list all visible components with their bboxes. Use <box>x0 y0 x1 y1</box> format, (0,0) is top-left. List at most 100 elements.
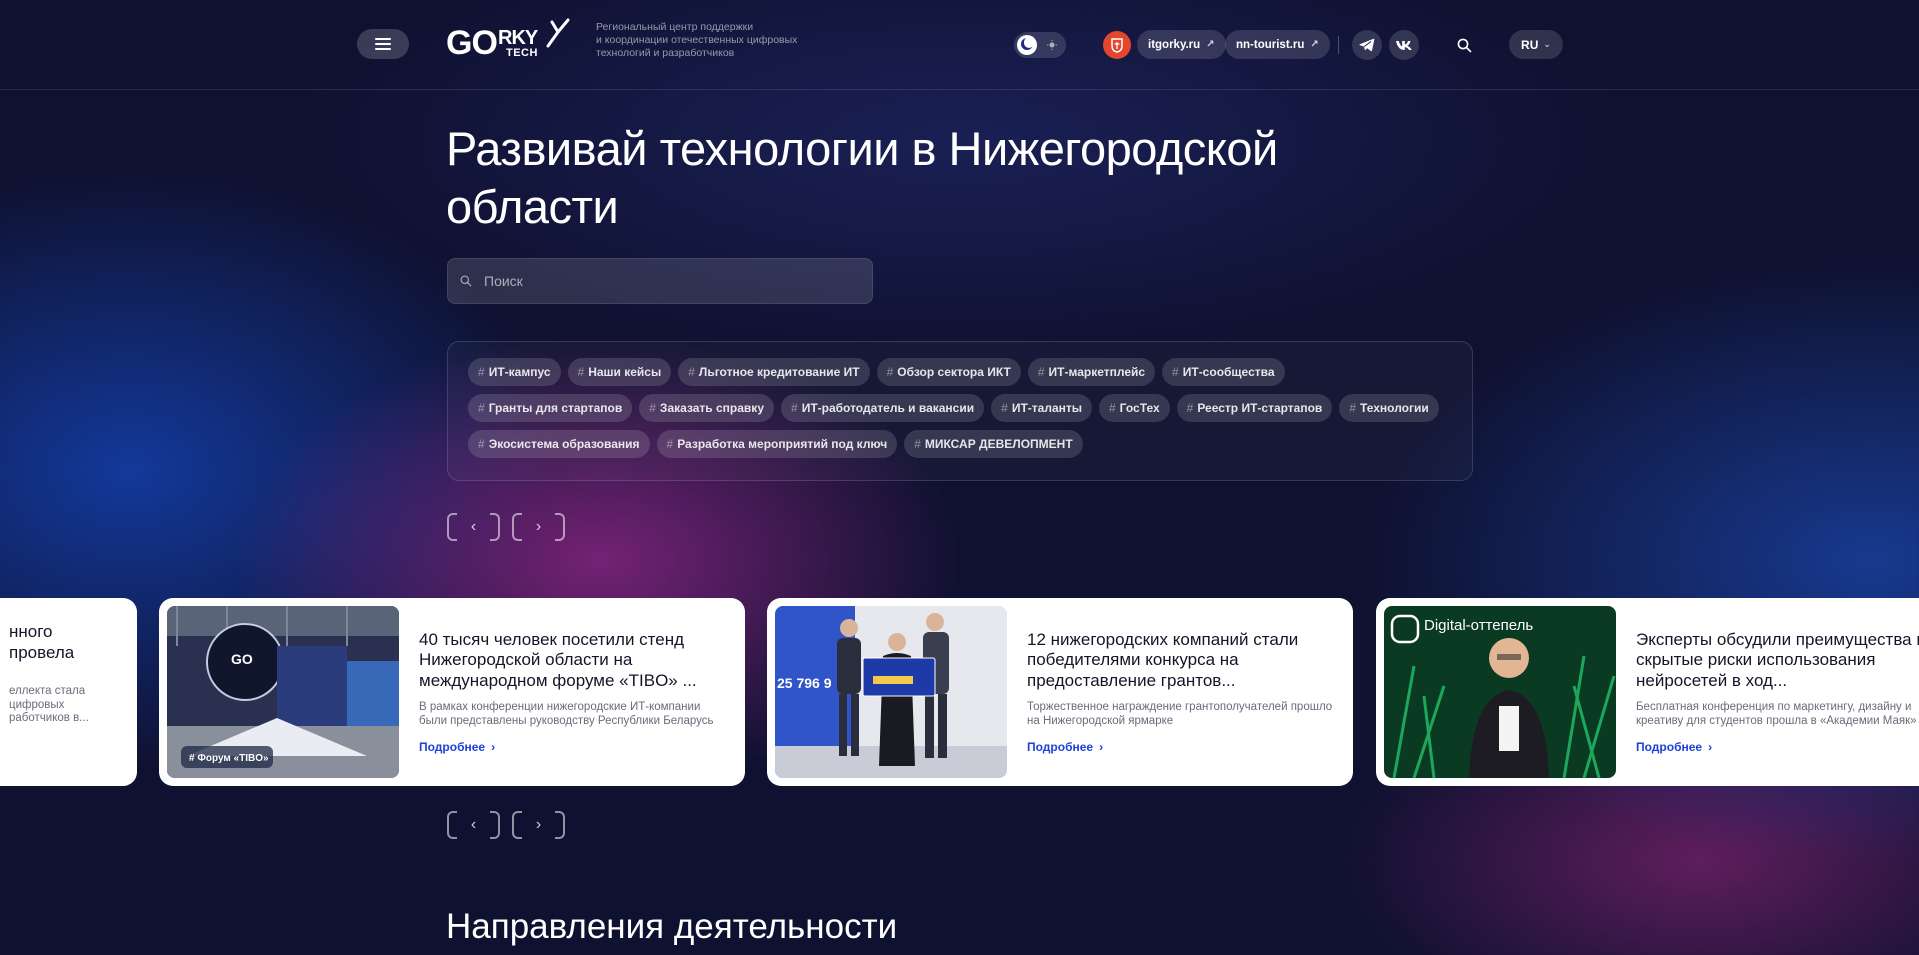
news-card-partial[interactable]: нного провела еллекта стала цифровых раб… <box>0 598 137 786</box>
telegram-icon <box>1359 38 1375 52</box>
next-button[interactable]: › <box>512 513 565 541</box>
news-title-line: провела <box>9 642 75 662</box>
news-card[interactable]: Digital-оттепель Эксперты обсудили преим… <box>1376 598 1919 786</box>
gorky-tech-logo[interactable]: GO RKY TECH <box>446 18 576 62</box>
external-arrow-icon: ↗ <box>1310 39 1319 50</box>
header-search-button[interactable] <box>1451 32 1477 58</box>
tag-label: Заказать справку <box>659 401 764 415</box>
page-title: Развивай технологии в Нижегородской обла… <box>446 122 1278 233</box>
news-title: Эксперты обсудили преимущества и скрытые… <box>1636 629 1919 690</box>
hash-icon: # <box>478 401 485 415</box>
prev-button[interactable]: ‹ <box>447 811 500 839</box>
tag-chip[interactable]: # Гранты для стартапов <box>468 394 633 422</box>
tag-chip[interactable]: # ИТ-работодатель и вакансии <box>781 394 985 422</box>
news-card[interactable]: GO # Форум «TIBO» 40 тысяч человек посет… <box>159 598 745 786</box>
hash-icon: # <box>577 365 585 379</box>
hash-icon: # <box>1108 401 1116 415</box>
site-header: GO RKY TECH Региональный центр поддержки и… <box>0 0 1919 90</box>
hash-icon: # <box>1001 401 1008 415</box>
hash-icon: # <box>478 437 485 451</box>
news-title: 12 нижегородских компаний стали победите… <box>1027 629 1299 690</box>
next-button[interactable]: › <box>512 811 565 839</box>
link-itgorky[interactable]: itgorky.ru ↗ <box>1137 30 1226 59</box>
chevron-right-icon: › <box>1708 740 1713 755</box>
news-desc-line: работчиков в... <box>9 712 89 724</box>
chevron-down-icon: ⌄ <box>1543 39 1551 49</box>
chevron-left-icon: ‹ <box>470 518 477 535</box>
tag-label: ИТ-маркетплейс <box>1048 365 1146 379</box>
menu-button[interactable] <box>357 29 409 59</box>
theme-toggle[interactable] <box>1014 32 1066 58</box>
tag-label: Обзор сектора ИКТ <box>897 365 1011 379</box>
vk-icon <box>1396 40 1412 50</box>
svg-text:GO: GO <box>231 651 253 667</box>
hash-icon: # <box>1037 365 1045 379</box>
tag-chip[interactable]: # ГосТех <box>1098 394 1170 422</box>
language-select[interactable]: RU ⌄ <box>1509 30 1563 59</box>
news-title-line: нного <box>9 622 53 641</box>
link-nn-tourist[interactable]: nn-tourist.ru ↗ <box>1225 30 1330 59</box>
read-more-label: Подробнее <box>419 740 486 755</box>
read-more-label: Подробнее <box>1027 740 1094 755</box>
tag-label: Экосистема образования <box>488 437 640 451</box>
hash-icon: # <box>914 437 921 451</box>
news-title: 40 тысяч человек посетили стенд Нижегоро… <box>419 629 697 690</box>
tag-label: ИТ-работодатель и вакансии <box>801 401 975 415</box>
link-label: nn-tourist.ru <box>1236 38 1305 51</box>
tag-label: Разработка мероприятий под ключ <box>677 437 888 451</box>
sun-icon <box>1047 40 1057 50</box>
image-text: Digital-оттепель <box>1424 617 1533 634</box>
tag-label: МИКСАР ДЕВЕЛОПМЕНТ <box>924 437 1073 451</box>
hash-icon: # <box>791 401 798 415</box>
tag-chip[interactable]: # Реестр ИТ-стартапов <box>1176 394 1333 422</box>
chevron-left-icon: ‹ <box>470 816 477 833</box>
language-label: RU <box>1521 37 1539 52</box>
news-description: Бесплатная конференция по маркетингу, ди… <box>1636 701 1917 727</box>
telegram-button[interactable] <box>1352 30 1382 60</box>
tags-panel: # ИТ-кампус # Наши кейсы # Льготное кредитова… <box>447 341 1473 481</box>
read-more-link[interactable]: Подробнее › <box>1636 740 1919 754</box>
region-emblem-icon[interactable] <box>1103 31 1131 59</box>
section-title: Направления деятельности <box>446 907 898 946</box>
tag-chip[interactable]: # ИТ-сообщества <box>1162 358 1285 386</box>
search-icon <box>1457 38 1471 52</box>
tagline-line: технологий и разработчиков <box>596 47 735 59</box>
search-input[interactable] <box>482 272 852 290</box>
news-description: Торжественное награждение грантополучате… <box>1027 701 1333 727</box>
tag-chip[interactable]: # МИКСАР ДЕВЕЛОПМЕНТ <box>904 430 1083 458</box>
read-more-link[interactable]: Подробнее › <box>1027 740 1339 754</box>
tag-label: ИТ-таланты <box>1011 401 1082 415</box>
tag-chip[interactable]: # Экосистема образования <box>468 430 650 458</box>
news-desc-line: еллекта стала <box>9 685 86 697</box>
chevron-right-icon: › <box>491 740 496 755</box>
tag-chip[interactable]: # Заказать справку <box>639 394 774 422</box>
tag-chip[interactable]: # ИТ-таланты <box>991 394 1092 422</box>
tag-label: Реестр ИТ-стартапов <box>1197 401 1323 415</box>
tag-chip[interactable]: # Технологии <box>1339 394 1439 422</box>
tag-chip[interactable]: # ИТ-маркетплейс <box>1027 358 1156 386</box>
news-desc-line: цифровых <box>9 698 65 711</box>
hash-icon: # <box>1349 401 1356 415</box>
link-label: itgorky.ru <box>1148 38 1201 51</box>
tag-chip[interactable]: # Обзор сектора ИКТ <box>876 358 1021 386</box>
tags-slider-controls: ‹ › <box>447 513 567 541</box>
tag-chip[interactable]: # ИТ-кампус <box>468 358 561 386</box>
hash-icon: # <box>666 437 674 451</box>
image-text: 25 796 9 <box>777 675 832 691</box>
header-divider <box>1338 36 1339 54</box>
vk-button[interactable] <box>1389 30 1419 60</box>
news-image-speaker: Digital-оттепель <box>1384 606 1616 778</box>
prev-button[interactable]: ‹ <box>447 513 500 541</box>
tagline-line: Региональный центр поддержки <box>596 21 754 33</box>
tag-chip[interactable]: # Льготное кредитование ИТ <box>678 358 870 386</box>
search-box[interactable] <box>447 258 873 304</box>
tag-label: Гранты для стартапов <box>488 401 623 415</box>
tag-chip[interactable]: # Разработка мероприятий под ключ <box>656 430 898 458</box>
external-arrow-icon: ↗ <box>1206 39 1215 50</box>
news-image-forum: GO # Форум «TIBO» <box>167 606 399 778</box>
read-more-link[interactable]: Подробнее › <box>419 740 731 754</box>
chevron-right-icon: › <box>1099 740 1104 755</box>
image-caption: # Форум «TIBO» <box>189 753 269 764</box>
tag-chip[interactable]: # Наши кейсы <box>567 358 672 386</box>
news-card[interactable]: 25 796 9 12 нижегородских компаний стали… <box>767 598 1353 786</box>
